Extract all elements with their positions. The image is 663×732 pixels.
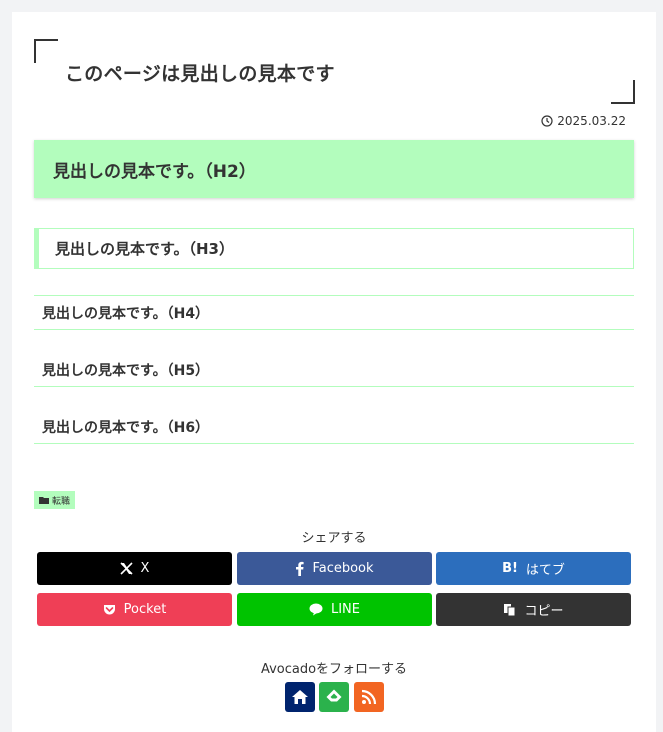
share-pocket-button[interactable]: Pocket <box>37 593 232 626</box>
share-copy-label: コピー <box>524 604 564 619</box>
pocket-icon <box>103 604 115 614</box>
follow-home-button[interactable] <box>285 682 315 712</box>
follow-feedly-button[interactable] <box>319 682 349 712</box>
page-title: このページは見出しの見本です <box>65 63 335 85</box>
facebook-icon <box>296 561 305 576</box>
title-corner-bottom-right <box>611 80 635 104</box>
follow-rss-button[interactable] <box>354 682 384 712</box>
share-line-label: LINE <box>330 602 360 617</box>
rss-icon <box>361 689 377 705</box>
share-hatebu-button[interactable]: B! はてブ <box>436 552 631 585</box>
share-title: シェアする <box>301 531 367 546</box>
clock-icon <box>541 115 553 127</box>
heading-h3: 見出しの見本です。（H3） <box>34 228 634 269</box>
title-corner-top-left <box>34 39 58 63</box>
hatena-bookmark-icon: B! <box>502 561 518 576</box>
home-icon <box>292 690 308 704</box>
share-hatebu-label: はてブ <box>525 563 565 578</box>
category-label: 転職 <box>52 496 71 507</box>
follow-title: Avocadoをフォローする <box>260 662 408 677</box>
heading-h5: 見出しの見本です。（H5） <box>34 353 634 387</box>
share-copy-button[interactable]: コピー <box>436 593 631 626</box>
category-tag[interactable]: 転職 <box>34 491 76 509</box>
post-date: 2025.03.22 <box>541 114 626 128</box>
share-facebook-button[interactable]: Facebook <box>237 552 432 585</box>
line-icon <box>309 603 323 616</box>
share-x-label: X <box>140 561 150 576</box>
share-x-button[interactable]: X <box>37 552 232 585</box>
feedly-icon <box>326 689 342 702</box>
share-pocket-label: Pocket <box>123 602 167 617</box>
share-line-button[interactable]: LINE <box>237 593 432 626</box>
article-card: このページは見出しの見本です 2025.03.22 見出しの見本です。（H2） … <box>12 12 656 732</box>
share-facebook-label: Facebook <box>312 561 374 576</box>
folder-icon <box>39 497 49 504</box>
post-date-text: 2025.03.22 <box>557 114 626 128</box>
copy-icon <box>504 603 516 616</box>
heading-h6: 見出しの見本です。（H6） <box>34 410 634 444</box>
heading-h2: 見出しの見本です。（H2） <box>34 140 634 198</box>
heading-h4: 見出しの見本です。（H4） <box>34 295 634 330</box>
x-logo-icon <box>119 562 133 575</box>
